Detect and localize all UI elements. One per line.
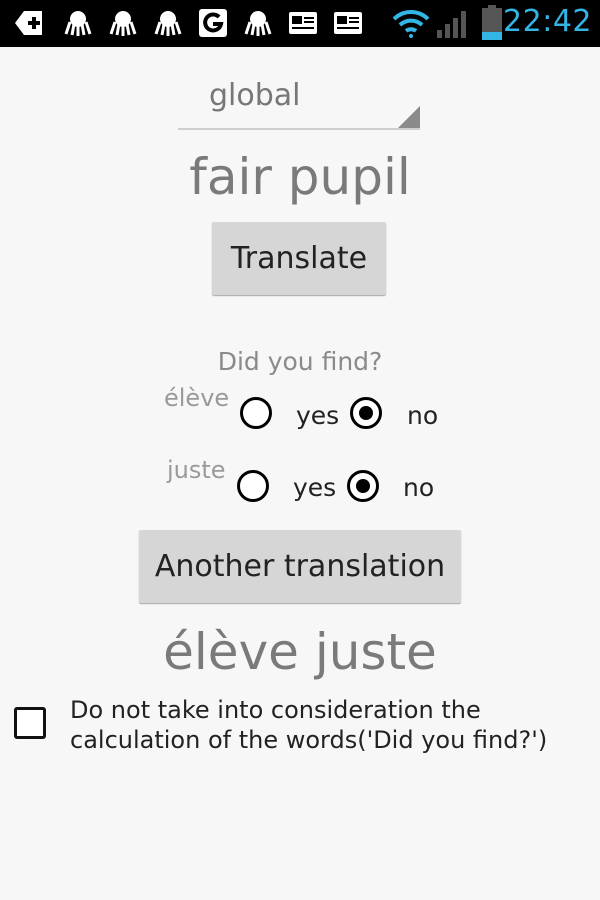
word-label-eleve: élève	[164, 384, 230, 412]
status-bar: 22:42	[0, 0, 600, 47]
radio-selected-dot	[356, 479, 370, 493]
octopus-icon	[109, 11, 137, 36]
g-icon	[199, 9, 227, 37]
octopus-icon	[64, 11, 92, 36]
wifi-icon	[392, 9, 430, 38]
radio-juste-yes-label: yes	[293, 473, 337, 502]
octopus-icon	[244, 11, 272, 36]
dropdown-arrow-icon	[398, 106, 420, 128]
clock: 22:42	[503, 4, 592, 39]
radio-eleve-no-label: no	[407, 401, 439, 430]
spinner-selected-value: global	[209, 78, 301, 113]
radio-juste-no[interactable]	[347, 470, 379, 502]
radio-selected-dot	[359, 406, 373, 420]
radio-juste-no-label: no	[403, 473, 435, 502]
octopus-icon	[154, 11, 182, 36]
word-label-juste: juste	[167, 456, 226, 484]
card-icon	[289, 12, 317, 34]
exclude-checkbox[interactable]	[14, 707, 46, 739]
source-phrase: fair pupil	[189, 148, 411, 206]
exclude-checkbox-label[interactable]: Do not take into consideration the calcu…	[70, 695, 600, 755]
another-translation-button[interactable]: Another translation	[139, 530, 461, 603]
card-icon	[334, 12, 362, 34]
battery-icon	[482, 5, 502, 40]
radio-eleve-no[interactable]	[350, 397, 382, 429]
radio-eleve-yes[interactable]	[240, 397, 272, 429]
add-icon	[15, 11, 42, 35]
signal-icon	[437, 11, 466, 38]
radio-eleve-yes-label: yes	[296, 401, 340, 430]
translate-button[interactable]: Translate	[212, 222, 386, 295]
did-you-find-question: Did you find?	[217, 347, 383, 376]
radio-juste-yes[interactable]	[237, 470, 269, 502]
language-spinner[interactable]: global	[178, 72, 420, 130]
translation-result: élève juste	[163, 623, 437, 681]
